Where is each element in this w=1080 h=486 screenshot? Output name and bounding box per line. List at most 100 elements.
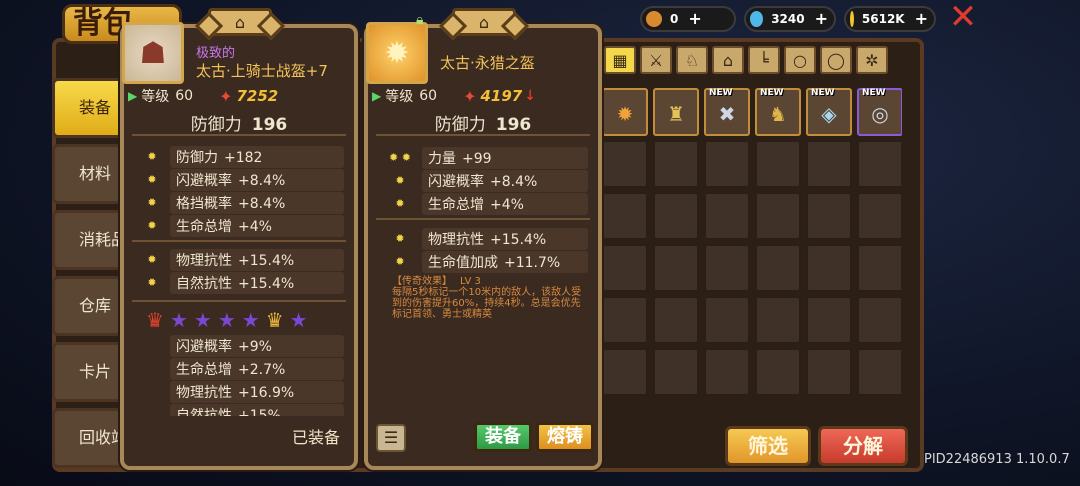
star-icon: ★ (193, 308, 212, 332)
flag-icon: ▶ (372, 89, 382, 103)
inventory-slot-empty[interactable] (602, 244, 648, 292)
inventory-slot-helmet-gold[interactable]: ♜ (653, 88, 699, 136)
boots-icon[interactable]: ╘ (748, 46, 780, 74)
currency-gem-value: 3240 (771, 12, 805, 26)
selected-item-card: ⌂ ✹ 🔒︎ 太古·永猎之盔 ▶ 等级 60 ✦ 4197 ↓ 防御力 196 ✹… (364, 8, 602, 470)
menu-list-icon[interactable]: ☰ (376, 424, 406, 452)
stat-name: 物理抗性 (176, 252, 232, 269)
stat-row: ✹ 物理抗性 +15.4% (378, 227, 588, 250)
equip-button[interactable]: 装备 (474, 422, 532, 452)
player-id-version: PID22486913 1.10.0.7 (924, 452, 1070, 467)
star-bullet-icon: ✹ ✹ (389, 151, 411, 164)
add-fish-button[interactable]: + (688, 11, 701, 27)
side-tabs: 装备 材料 消耗品 仓库 卡片 回收站 (52, 78, 130, 474)
filter-button[interactable]: 筛选 (725, 426, 811, 466)
close-icon[interactable]: ✕ (946, 0, 980, 34)
stat-name: 闪避概率 (428, 173, 484, 190)
inventory-slot-empty[interactable] (653, 348, 699, 396)
inventory-slot-empty[interactable] (602, 140, 648, 188)
inventory-slot-ring[interactable]: NEW ◎ (857, 88, 902, 136)
inventory-slot-empty[interactable] (755, 296, 801, 344)
star-icon: ★ (289, 308, 308, 332)
inventory-slot-empty[interactable] (806, 296, 852, 344)
inventory-slot-empty[interactable] (857, 244, 902, 292)
tab-equipment[interactable]: 装备 (52, 78, 130, 138)
star-icon: ★ (241, 308, 260, 332)
tab-materials[interactable]: 材料 (52, 144, 130, 204)
inventory-slot-empty[interactable] (653, 244, 699, 292)
inventory-slot-empty[interactable] (755, 244, 801, 292)
defense-header: 防御力 196 (124, 110, 354, 135)
stat-pill: 闪避概率 +8.4% (170, 168, 344, 191)
stat-pill: 格挡概率 +8.4% (170, 191, 344, 214)
inventory-slot-axe[interactable]: NEW ✖ (704, 88, 750, 136)
inventory-slot-empty[interactable] (806, 348, 852, 396)
ring-icon[interactable]: ○ (784, 46, 816, 74)
sword-icon[interactable]: ⚔ (640, 46, 672, 74)
stat-name: 防御力 (176, 149, 218, 166)
inventory-slot-empty[interactable] (806, 244, 852, 292)
decompose-button[interactable]: 分解 (818, 426, 908, 466)
inventory-slot-empty[interactable] (857, 348, 902, 396)
inventory-slot-empty[interactable] (704, 244, 750, 292)
defense-header: 防御力 196 (368, 110, 598, 135)
inventory-slot-armor[interactable]: NEW ♞ (755, 88, 801, 136)
divider (376, 218, 590, 220)
inventory-slot-empty[interactable] (704, 296, 750, 344)
add-gem-button[interactable]: + (815, 11, 828, 27)
inventory-slot-empty[interactable] (602, 296, 648, 344)
stat-value: +15% (238, 407, 281, 417)
stat-name: 生命总增 (428, 196, 484, 213)
level-row: ▶ 等级 60 ✦ 7252 (128, 86, 278, 106)
tab-consumables[interactable]: 消耗品 (52, 210, 130, 270)
helmet-icon[interactable]: ⌂ (712, 46, 744, 74)
inventory-slot-empty[interactable] (857, 192, 902, 240)
beast-icon[interactable]: ♘ (676, 46, 708, 74)
defense-value: 196 (251, 115, 288, 135)
new-badge: NEW (862, 88, 886, 98)
inventory-slot-empty[interactable] (653, 296, 699, 344)
stat-row: ✹ ✹ 力量 +99 (378, 146, 588, 169)
base-stats: ✹ ✹ 力量 +99 ✹ 闪避概率 +8.4% ✹ 生命总增 +4% (378, 146, 588, 215)
tab-recycle[interactable]: 回收站 (52, 408, 130, 468)
stat-name: 格挡概率 (176, 195, 232, 212)
stat-name: 自然抗性 (176, 275, 232, 292)
tab-cards[interactable]: 卡片 (52, 342, 130, 402)
stat-pill: 防御力 +182 (170, 145, 344, 168)
stat-value: +15.4% (238, 252, 295, 269)
inventory-slot-shield[interactable]: NEW ◈ (806, 88, 852, 136)
gear-icon[interactable]: ✲ (856, 46, 888, 74)
currency-gem: 3240 + (744, 6, 836, 32)
inventory-slot-empty[interactable] (755, 192, 801, 240)
new-badge: NEW (760, 88, 784, 98)
star-bullet-icon: ✹ (395, 232, 405, 245)
stat-row: ✹ 闪避概率 +8.4% (378, 169, 588, 192)
inventory-slot-empty[interactable] (755, 140, 801, 188)
inventory-slot-empty[interactable] (857, 140, 902, 188)
inventory-slot-empty[interactable] (755, 348, 801, 396)
inventory-slot-empty[interactable] (602, 348, 648, 396)
inventory-slot-empty[interactable] (653, 192, 699, 240)
equipped-label: 已装备 (291, 428, 340, 447)
smelt-button[interactable]: 熔铸 (536, 422, 594, 452)
amulet-icon[interactable]: ◯ (820, 46, 852, 74)
coin-icon (850, 11, 854, 27)
inventory-slot-empty[interactable] (704, 140, 750, 188)
stat-pill: 生命值加成 +11.7% (422, 250, 588, 273)
inventory-slot-empty[interactable] (704, 348, 750, 396)
inventory-slot-empty[interactable] (653, 140, 699, 188)
level-row: ▶ 等级 60 ✦ 4197 ↓ (372, 86, 536, 106)
grid-all-icon[interactable]: ▦ (604, 46, 636, 74)
inventory-slot-empty[interactable] (704, 192, 750, 240)
inventory-slot-empty[interactable] (857, 296, 902, 344)
lock-icon[interactable]: 🔒︎ (416, 12, 423, 28)
inventory-slot-empty[interactable] (806, 140, 852, 188)
currency-coin: 5612K + (844, 6, 936, 32)
star-bullet-icon: ✹ (147, 219, 157, 232)
tab-warehouse[interactable]: 仓库 (52, 276, 130, 336)
add-coin-button[interactable]: + (915, 11, 928, 27)
inventory-slot-empty[interactable] (602, 192, 648, 240)
stat-pill: 力量 +99 (422, 146, 588, 169)
inventory-slot-helmet-orange[interactable]: ✹ (602, 88, 648, 136)
inventory-slot-empty[interactable] (806, 192, 852, 240)
